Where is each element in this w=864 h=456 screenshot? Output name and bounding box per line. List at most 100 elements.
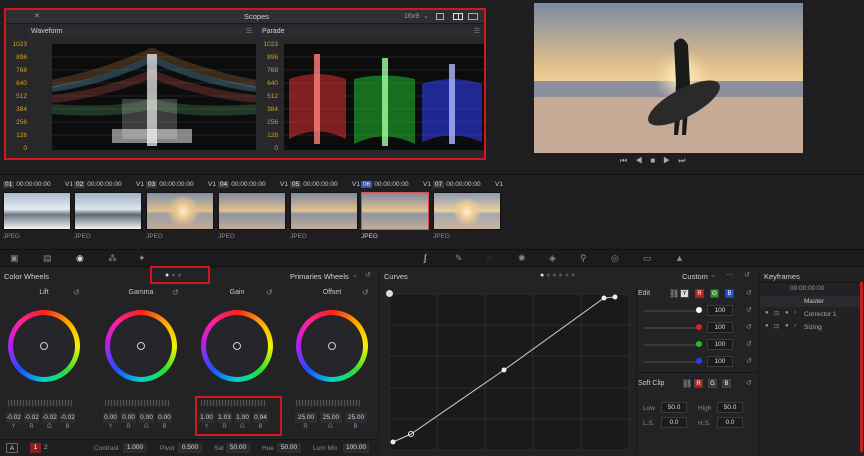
window-icon[interactable]: ◌	[487, 253, 492, 263]
clip-thumbnail[interactable]: 03 00:00:00:00 V1 JPEG	[146, 178, 216, 246]
r-curve-value[interactable]: 100	[707, 322, 733, 333]
reset-icon[interactable]: ↺	[266, 288, 273, 297]
keyframe-row-corrector[interactable]: ● ⊡ ● › Corrector 1	[760, 309, 860, 320]
gain-wheel[interactable]	[201, 310, 273, 382]
chevron-down-icon[interactable]: ⌄	[352, 271, 358, 279]
lock-icon[interactable]: ⊡	[774, 323, 779, 330]
3d-icon[interactable]: ▭	[643, 253, 652, 264]
sat-value[interactable]: 50.00	[226, 443, 250, 453]
reset-icon[interactable]: ↺	[746, 306, 752, 314]
y-curve-slider[interactable]	[644, 310, 700, 312]
pivot-value[interactable]: 0.500	[178, 443, 202, 453]
transport-controls[interactable]: ⏮◀■▶⏭	[620, 156, 720, 166]
clip-thumbnail[interactable]: 05 00:00:00:00 V1 JPEG	[290, 178, 360, 246]
contrast-value[interactable]: 1.000	[123, 443, 147, 453]
edit-y-button[interactable]: Y	[680, 289, 689, 298]
lift-master-slider[interactable]	[8, 400, 72, 406]
wheels-mode-dropdown[interactable]: Primaries Wheels	[290, 272, 349, 281]
rgb-mixer-icon[interactable]: ⁂	[108, 253, 117, 264]
chevron-down-icon[interactable]: ⌄	[710, 271, 716, 279]
lift-wheel[interactable]	[8, 310, 80, 382]
b-curve-slider[interactable]	[644, 361, 700, 363]
lift-g-value[interactable]: -0.02	[42, 412, 57, 423]
clip-thumbnail[interactable]: 04 00:00:00:00 V1 JPEG	[218, 178, 288, 246]
gamma-b-value[interactable]: 0.00	[157, 412, 172, 423]
hs-value[interactable]: 0.0	[717, 417, 743, 428]
lock-icon[interactable]: ⊡	[774, 310, 779, 317]
reset-icon[interactable]: ↺	[744, 271, 750, 279]
high-value[interactable]: 50.0	[717, 402, 743, 413]
page-1-button[interactable]: 1	[30, 443, 41, 453]
softclip-b-button[interactable]: B	[722, 379, 731, 388]
lift-b-value[interactable]: -0.02	[60, 412, 75, 423]
single-layout-icon[interactable]	[436, 13, 444, 20]
motion-effects-icon[interactable]: ✦	[138, 253, 146, 264]
clip-thumbnail[interactable]: 01 00:00:00:00 V1 JPEG	[3, 178, 73, 246]
tracker-icon[interactable]: ✺	[518, 253, 526, 264]
curves-graph[interactable]	[389, 294, 629, 450]
gamma-g-value[interactable]: 0.00	[139, 412, 154, 423]
white-point-handle[interactable]	[386, 290, 393, 297]
chevron-down-icon[interactable]: ⌄	[423, 12, 429, 20]
page-2-button[interactable]: 2	[44, 444, 48, 451]
gamma-r-value[interactable]: 0.00	[121, 412, 136, 423]
close-icon[interactable]: ✕	[34, 12, 40, 20]
link-icon[interactable]: ⛓	[669, 289, 679, 298]
offset-b-value[interactable]: 25.00	[345, 412, 367, 423]
more-icon[interactable]: ⋯	[726, 271, 733, 279]
sharpen-icon[interactable]: ▲	[675, 253, 684, 263]
menu-icon[interactable]: ☰	[474, 27, 480, 37]
reset-icon[interactable]: ↺	[73, 288, 80, 297]
softclip-g-button[interactable]: G	[708, 379, 717, 388]
clip-thumbnail[interactable]: 07 00:00:00:00 V1 JPEG	[433, 178, 503, 246]
curves-icon[interactable]: ∫	[424, 253, 426, 263]
color-wheels-icon[interactable]: ◉	[76, 253, 84, 264]
chevron-right-icon[interactable]: ›	[794, 323, 796, 329]
lift-r-value[interactable]: -0.02	[24, 412, 39, 423]
lummix-value[interactable]: 100.00	[343, 443, 369, 453]
camera-raw-icon[interactable]: ▣	[10, 253, 19, 264]
playhead[interactable]	[860, 282, 863, 452]
g-curve-slider[interactable]	[644, 344, 700, 346]
keyframe-row-master[interactable]: Master	[760, 296, 860, 307]
clip-thumbnail[interactable]: 02 00:00:00:00 V1 JPEG	[74, 178, 144, 246]
reset-icon[interactable]: ↺	[746, 379, 752, 387]
chevron-right-icon[interactable]: ›	[794, 310, 796, 316]
reset-icon[interactable]: ↺	[365, 271, 371, 279]
reset-icon[interactable]: ↺	[362, 288, 369, 297]
blur-icon[interactable]: ◈	[549, 253, 556, 264]
mode-a-button[interactable]: A	[6, 443, 18, 453]
gamma-master-slider[interactable]	[105, 400, 169, 406]
dual-layout-icon[interactable]	[453, 13, 463, 20]
link-icon[interactable]: ⛓	[682, 379, 692, 388]
offset-wheel[interactable]	[296, 310, 368, 382]
reset-icon[interactable]: ↺	[746, 340, 752, 348]
ls-value[interactable]: 0.0	[661, 417, 687, 428]
lift-y-value[interactable]: -0.02	[6, 412, 21, 423]
aspect-dropdown[interactable]: 16x9	[404, 13, 419, 20]
y-curve-value[interactable]: 100	[707, 305, 733, 316]
g-curve-value[interactable]: 100	[707, 339, 733, 350]
color-match-icon[interactable]: ▤	[43, 253, 52, 264]
gamma-wheel[interactable]	[105, 310, 177, 382]
edit-g-button[interactable]: G	[710, 289, 719, 298]
reset-icon[interactable]: ↺	[746, 357, 752, 365]
page-dots[interactable]: ● ● ● ● ● ●	[540, 272, 575, 279]
reset-icon[interactable]: ↺	[746, 289, 752, 297]
hue-value[interactable]: 50.00	[277, 443, 301, 453]
offset-g-value[interactable]: 25.00	[320, 412, 342, 423]
reset-icon[interactable]: ↺	[172, 288, 179, 297]
reset-icon[interactable]: ↺	[746, 323, 752, 331]
offset-master-slider[interactable]	[296, 400, 360, 406]
quad-layout-icon[interactable]	[468, 13, 478, 20]
gamma-y-value[interactable]: 0.00	[103, 412, 118, 423]
menu-icon[interactable]: ☰	[246, 27, 252, 37]
sizing-icon[interactable]: ◎	[611, 253, 619, 264]
curves-mode-dropdown[interactable]: Custom	[682, 272, 708, 281]
edit-r-button[interactable]: R	[695, 289, 704, 298]
edit-b-button[interactable]: B	[725, 289, 734, 298]
key-icon[interactable]: ⚲	[580, 253, 587, 264]
offset-r-value[interactable]: 25.00	[295, 412, 317, 423]
keyframe-row-sizing[interactable]: ● ⊡ ● › Sizing	[760, 322, 860, 333]
r-curve-slider[interactable]	[644, 327, 700, 329]
